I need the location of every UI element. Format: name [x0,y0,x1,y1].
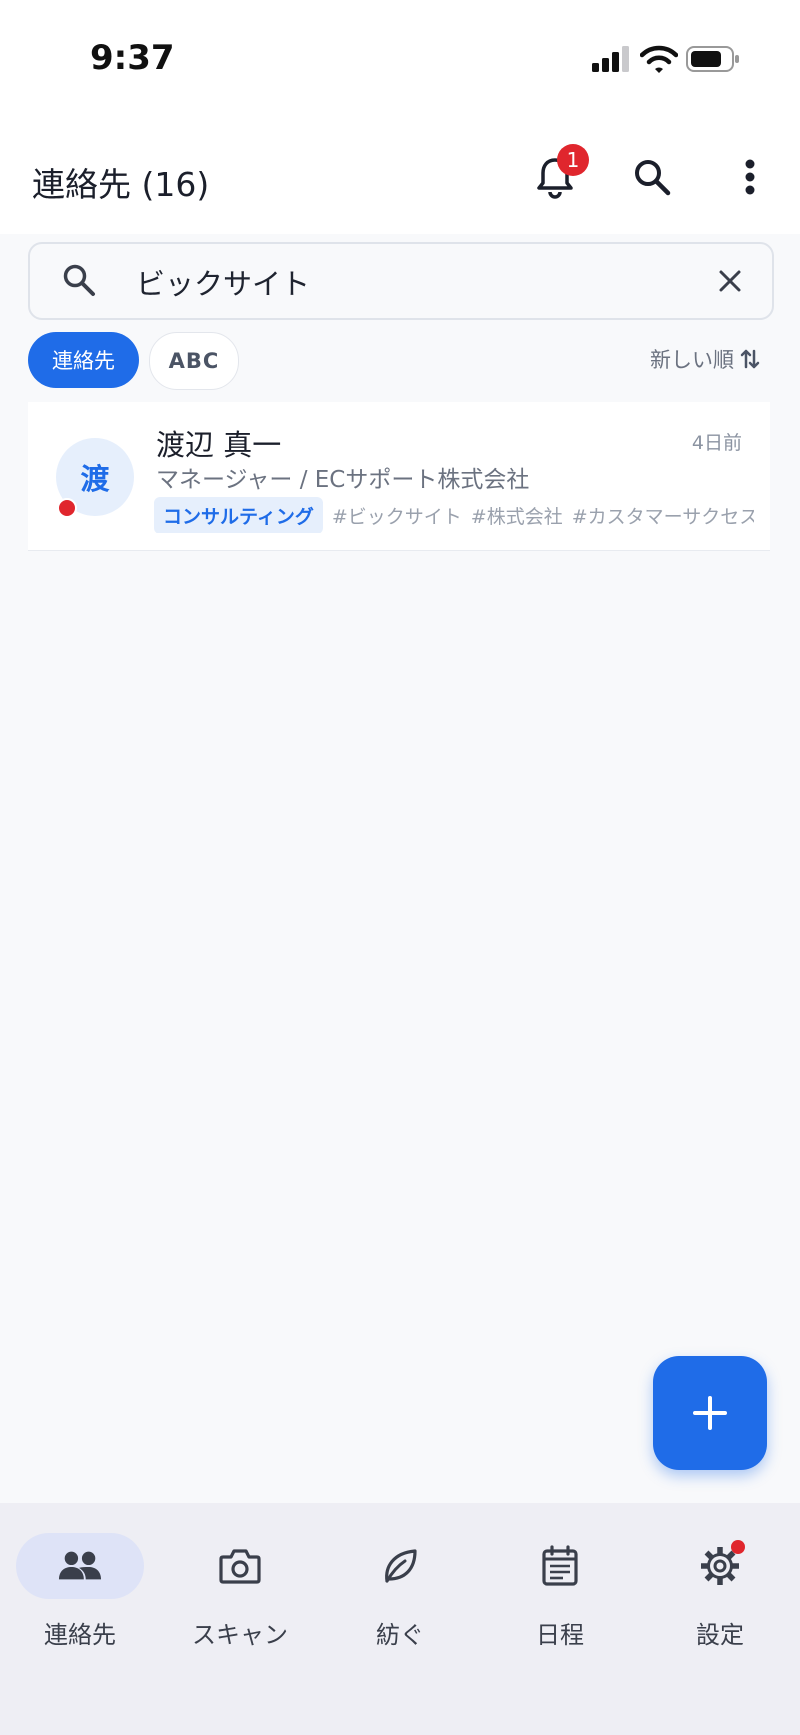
nav-item-scan[interactable]: スキャン [165,1531,315,1651]
nav-label: スキャン [192,1621,288,1649]
search-icon [63,264,95,296]
category-tag: コンサルティング [154,497,323,533]
status-bar: 9:37 [0,0,800,120]
search-input[interactable] [134,254,698,310]
nav-item-contacts[interactable]: 連絡先 [5,1531,155,1651]
hashtag: #カスタマーサクセス [571,505,754,528]
filter-chip-contacts[interactable]: 連絡先 [28,332,139,388]
search-icon [635,160,671,196]
sort-label: 新しい順 [650,348,734,372]
notifications-button[interactable]: 1 [523,144,589,209]
nav-label: 紡ぐ [376,1621,424,1649]
search-button[interactable] [620,145,684,209]
calendar-icon [538,1544,582,1588]
contact-name: 渡辺 真一 [156,428,282,462]
leaf-icon [378,1544,422,1588]
app-header: 連絡先 (16) 1 [0,120,800,234]
clear-search-button[interactable] [706,257,754,305]
close-icon [719,270,741,292]
hashtag: #株式会社 [470,505,563,528]
bottom-navigation: 連絡先 スキャン 紡ぐ 日程 設定 [0,1503,800,1735]
camera-icon [218,1544,262,1588]
filter-chip-abc[interactable]: ABC [149,332,239,390]
hashtag: #ビックサイト [331,505,462,528]
nav-item-settings[interactable]: 設定 [645,1531,795,1651]
sort-button[interactable]: 新しい順 [650,344,760,374]
cellular-signal-icon [592,46,629,72]
wifi-icon [640,45,678,73]
notification-dot [731,1540,745,1554]
battery-icon [686,46,739,72]
search-bar [28,242,774,320]
nav-item-weave[interactable]: 紡ぐ [325,1531,475,1651]
contact-role-company: マネージャー / ECサポート株式会社 [156,467,530,493]
add-contact-button[interactable] [653,1356,767,1470]
nav-item-schedule[interactable]: 日程 [485,1531,635,1651]
nav-label: 連絡先 [44,1621,116,1649]
page-title: 連絡先 (16) [32,165,210,204]
contact-tags: コンサルティング #ビックサイト #株式会社 #カスタマーサクセス [154,497,754,533]
more-options-button[interactable] [718,145,782,209]
sort-arrows-icon [740,349,760,369]
unread-dot [57,498,77,518]
nav-label: 日程 [536,1621,584,1649]
more-vertical-icon [745,159,755,195]
nav-label: 設定 [696,1621,744,1649]
contact-list-item[interactable]: 渡 渡辺 真一 4日前 マネージャー / ECサポート株式会社 コンサルティング… [28,402,770,551]
people-icon [58,1544,102,1588]
plus-icon [693,1396,727,1430]
contact-timestamp: 4日前 [691,432,742,454]
notification-badge: 1 [557,144,589,176]
status-time: 9:37 [90,38,175,78]
